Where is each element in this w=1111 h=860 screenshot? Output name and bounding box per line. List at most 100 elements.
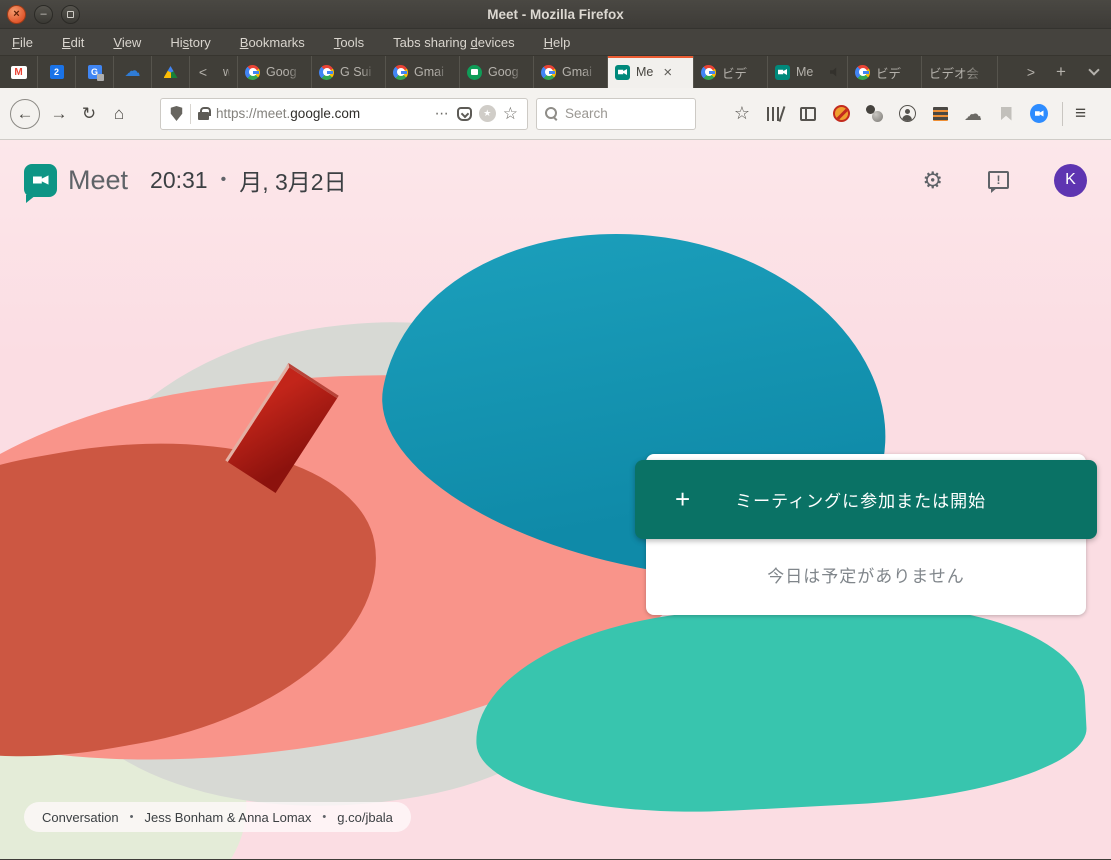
firefox-window: × – Meet - Mozilla Firefox File Edit Vie… [0, 0, 1111, 860]
window-maximize-button[interactable] [61, 5, 80, 24]
menu-edit[interactable]: Edit [62, 35, 84, 50]
chevron-down-icon [1088, 64, 1099, 75]
proxy-extension-icon[interactable] [931, 105, 949, 123]
window-minimize-button[interactable]: – [34, 5, 53, 24]
pinned-tab-drive[interactable] [152, 56, 190, 88]
meet-page: Meet 20:31 • 月, 3月2日 ⚙ ! K + ミーティングに参加また… [0, 140, 1111, 859]
page-actions-overflow-icon[interactable]: ⋯ [435, 105, 450, 122]
menu-bar: File Edit View History Bookmarks Tools T… [0, 29, 1111, 56]
pinned-tab-gmail[interactable]: M [0, 56, 38, 88]
disabled-bookmark-flag-icon[interactable] [997, 105, 1015, 123]
bookmark-star-icon[interactable]: ☆ [503, 104, 518, 124]
bookmark-flag-star-icon[interactable]: ☆ [733, 105, 751, 123]
url-text[interactable]: https://meet.google.com [216, 106, 428, 121]
zoom-app-icon[interactable] [1030, 105, 1048, 123]
current-date: 月, 3月2日 [239, 163, 346, 197]
spheres-extension-icon[interactable] [865, 105, 883, 123]
url-bar[interactable]: https://meet.google.com ⋯ ★ ☆ [160, 98, 528, 130]
tracking-protection-shield-icon[interactable] [170, 106, 183, 121]
tab-scroll-right-button[interactable]: > [1017, 56, 1045, 88]
divider [1062, 102, 1063, 126]
meet-header: Meet 20:31 • 月, 3月2日 ⚙ ! K [0, 140, 1111, 220]
drive-icon [164, 66, 178, 78]
tab-close-icon[interactable]: × [663, 64, 672, 81]
separator-dot: • [130, 811, 134, 823]
tab-gmail-2[interactable]: Gmai [534, 56, 608, 88]
home-button[interactable]: ⌂ [104, 99, 134, 129]
sidebar-icon[interactable] [799, 105, 817, 123]
gmail-icon: M [11, 66, 27, 79]
google-favicon [393, 65, 408, 80]
search-input[interactable] [565, 106, 675, 121]
forward-button[interactable]: → [44, 99, 74, 129]
tab-gsuite[interactable]: G Sui [312, 56, 386, 88]
menu-view[interactable]: View [113, 35, 141, 50]
tab-gmail-1[interactable]: Gmai [386, 56, 460, 88]
settings-gear-icon[interactable]: ⚙ [922, 169, 943, 192]
account-icon[interactable] [898, 105, 916, 123]
menu-tools[interactable]: Tools [334, 35, 364, 50]
toolbar-extensions: ☆ ☁ [733, 105, 1048, 123]
window-close-button[interactable]: × [7, 5, 26, 24]
calendar-icon: 2 [50, 65, 64, 79]
new-tab-button[interactable]: + [1045, 56, 1077, 88]
join-or-start-label: ミーティングに参加または開始 [690, 487, 1057, 512]
meet-logo-icon [24, 164, 57, 197]
google-favicon [319, 65, 334, 80]
avatar[interactable]: K [1054, 164, 1087, 197]
translate-icon: G [88, 65, 102, 79]
menu-help[interactable]: Help [544, 35, 571, 50]
all-tabs-dropdown-button[interactable] [1077, 56, 1111, 88]
menu-history[interactable]: History [170, 35, 210, 50]
tab-google-1[interactable]: Goog [238, 56, 312, 88]
background-attribution: Conversation • Jess Bonham & Anna Lomax … [24, 802, 411, 832]
meet-favicon [615, 65, 630, 80]
attribution-type: Conversation [42, 810, 119, 825]
cloud-icon[interactable]: ☁ [964, 105, 982, 123]
search-bar[interactable] [536, 98, 696, 130]
library-icon[interactable] [766, 105, 784, 123]
adblock-icon[interactable] [832, 105, 850, 123]
pinned-tab-calendar[interactable]: 2 [38, 56, 76, 88]
no-meetings-text: 今日は予定がありません [635, 562, 1097, 587]
tab-audio-speaker-icon[interactable] [830, 67, 840, 77]
lock-icon[interactable] [198, 112, 209, 120]
separator-dot: • [221, 171, 227, 189]
menu-file[interactable]: File [12, 35, 33, 50]
navigation-bar: ← → ↻ ⌂ https://meet.google.com ⋯ ★ ☆ ☆ … [0, 88, 1111, 140]
tab-scroll-left-button[interactable]: < [190, 56, 216, 88]
divider [190, 104, 191, 124]
back-button[interactable]: ← [10, 99, 40, 129]
hamburger-menu-icon[interactable]: ≡ [1075, 103, 1086, 125]
tab-partial[interactable]: w [216, 56, 238, 88]
reload-button[interactable]: ↻ [74, 99, 104, 129]
hangouts-favicon [467, 65, 482, 80]
tab-video-2[interactable]: ビデ [848, 56, 922, 88]
tab-hangouts[interactable]: Goog [460, 56, 534, 88]
meeting-card: + ミーティングに参加または開始 今日は予定がありません [635, 454, 1097, 615]
screenshot-star-icon[interactable]: ★ [479, 105, 496, 122]
titlebar: × – Meet - Mozilla Firefox [0, 0, 1111, 29]
pinned-tab-onedrive[interactable]: ☁ [114, 56, 152, 88]
tab-meet-active[interactable]: Me× [608, 56, 694, 88]
google-favicon [245, 65, 260, 80]
tab-video-conf[interactable]: ビデオ会 [922, 56, 998, 88]
google-favicon [541, 65, 556, 80]
pinned-tab-translate[interactable]: G [76, 56, 114, 88]
window-title: Meet - Mozilla Firefox [0, 7, 1111, 22]
tab-meet-audio[interactable]: Me [768, 56, 848, 88]
tab-video-1[interactable]: ビデ [694, 56, 768, 88]
attribution-artists: Jess Bonham & Anna Lomax [144, 810, 311, 825]
search-icon [545, 107, 558, 120]
tab-strip: M 2 G ☁ < w Goog G Sui Gmai Goog Gmai Me… [0, 56, 1111, 88]
clock-time: 20:31 [150, 167, 208, 194]
window-controls: × – [7, 5, 80, 24]
google-favicon [701, 65, 716, 80]
feedback-icon[interactable]: ! [988, 171, 1009, 189]
meet-favicon [775, 65, 790, 80]
menu-bookmarks[interactable]: Bookmarks [240, 35, 305, 50]
menu-tabs-sharing-devices[interactable]: Tabs sharing devices [393, 35, 514, 50]
pocket-icon[interactable] [457, 107, 472, 121]
join-or-start-meeting-button[interactable]: + ミーティングに参加または開始 [635, 460, 1097, 539]
plus-icon: + [675, 484, 690, 515]
